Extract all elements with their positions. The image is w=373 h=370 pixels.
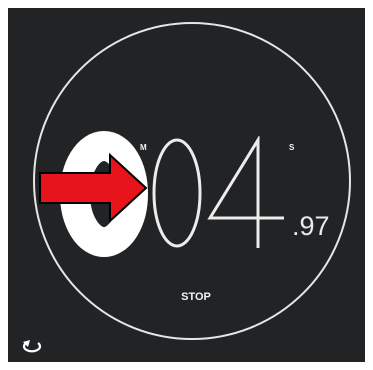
right-arrow-icon xyxy=(39,153,148,223)
reset-button[interactable] xyxy=(20,338,44,356)
stop-button[interactable]: STOP xyxy=(156,286,236,308)
seconds-unit-label: S xyxy=(289,143,295,152)
hundredths-display: .97 xyxy=(292,211,330,241)
seconds-digits xyxy=(152,136,284,248)
reset-icon xyxy=(22,340,42,353)
stopwatch-screen: M S .97 STOP xyxy=(8,8,365,362)
minutes-unit-label: M xyxy=(140,143,148,152)
